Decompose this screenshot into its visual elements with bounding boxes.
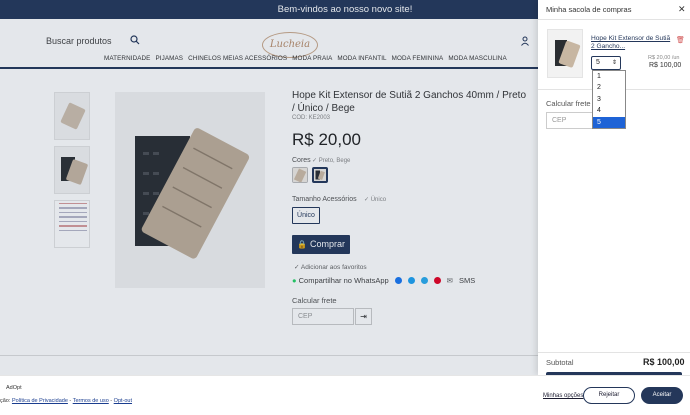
cookie-consent-bar: AdOpt ção: Política de Privacidade - Ter… <box>0 375 690 415</box>
product-page: Bem-vindos ao nosso novo site! Buscar pr… <box>0 0 690 415</box>
cart-shipping-label: Calcular frete <box>546 99 591 108</box>
optout-link[interactable]: Opt-out <box>114 398 132 404</box>
quantity-option-selected[interactable]: 5 <box>593 116 625 128</box>
quantity-dropdown: 1 2 3 4 5 <box>592 70 626 129</box>
quantity-option[interactable]: 2 <box>593 82 625 93</box>
chevron-updown-icon: ⇕ <box>611 60 617 66</box>
quantity-value: 5 <box>596 59 600 66</box>
divider <box>538 352 690 353</box>
accept-button[interactable]: Aceitar <box>641 387 683 404</box>
cart-drawer: Minha sacola de compras ✕ Hope Kit Exten… <box>538 0 690 375</box>
cart-item-image[interactable] <box>547 29 583 78</box>
privacy-policy-link[interactable]: Política de Privacidade <box>12 398 68 404</box>
reject-button[interactable]: Rejeitar <box>583 387 635 404</box>
quantity-option[interactable]: 4 <box>593 105 625 116</box>
terms-link[interactable]: Termos de uso <box>73 398 109 404</box>
unit-price: R$ 20,00 /un <box>648 55 680 61</box>
cart-backdrop[interactable] <box>0 0 538 375</box>
quantity-select[interactable]: 5 ⇕ <box>591 56 621 70</box>
my-options-link[interactable]: Minhas opções <box>543 393 583 399</box>
line-total: R$ 100,00 <box>649 62 682 69</box>
consent-links: ção: Política de Privacidade - Termos de… <box>0 398 132 404</box>
close-icon[interactable]: ✕ <box>678 4 686 15</box>
quantity-option[interactable]: 3 <box>593 94 625 105</box>
divider <box>538 19 690 20</box>
subtotal-value: R$ 100,00 <box>643 357 685 367</box>
cart-item-name[interactable]: Hope Kit Extensor de Sutiã 2 Gancho... <box>591 35 671 51</box>
cart-title: Minha sacola de compras <box>546 5 632 14</box>
trash-icon[interactable]: 🗑 <box>676 36 685 44</box>
consent-brand: AdOpt <box>6 385 22 391</box>
quantity-option[interactable]: 1 <box>593 71 625 82</box>
consent-prefix: ção: <box>0 398 11 404</box>
subtotal-label: Subtotal <box>546 358 574 367</box>
